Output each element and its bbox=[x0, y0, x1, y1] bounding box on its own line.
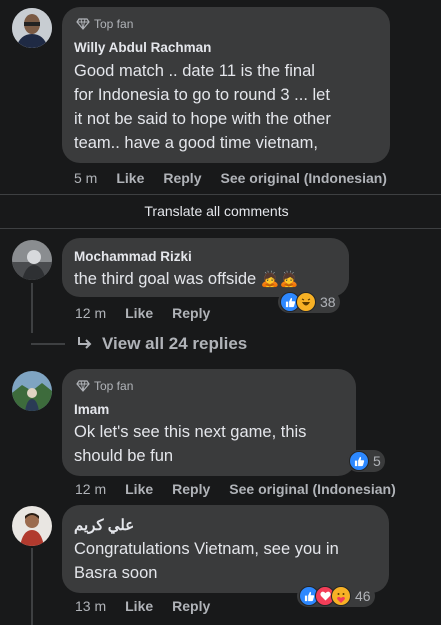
avatar[interactable] bbox=[12, 506, 52, 546]
author-name[interactable]: Imam bbox=[74, 402, 109, 417]
timestamp[interactable]: 5 m bbox=[74, 170, 97, 186]
comment-text-line: Good match .. date 11 is the final bbox=[74, 62, 315, 80]
see-original-button[interactable]: See original (Indonesian) bbox=[229, 481, 395, 497]
top-fan-badge: Top fan bbox=[76, 17, 133, 31]
avatar[interactable] bbox=[12, 240, 52, 280]
view-replies-label: View all 24 replies bbox=[102, 334, 248, 353]
thread-line bbox=[31, 548, 33, 625]
avatar[interactable] bbox=[12, 371, 52, 411]
comment-text-line: Ok let's see this next game, this bbox=[74, 423, 307, 441]
reactions-summary[interactable]: 5 bbox=[347, 450, 385, 472]
comment-bubble[interactable]: علي كريم Congratulations Vietnam, see yo… bbox=[62, 505, 389, 593]
view-replies-button[interactable]: View all 24 replies bbox=[76, 334, 247, 354]
badge-label: Top fan bbox=[94, 17, 134, 31]
diamond-icon bbox=[76, 18, 90, 30]
comment-bubble[interactable]: Top fan Imam Ok let's see this next game… bbox=[62, 369, 356, 476]
comment-meta: 12 m Like Reply bbox=[75, 305, 229, 321]
author-name[interactable]: Mochammad Rizki bbox=[74, 249, 192, 264]
thread-line bbox=[31, 343, 65, 345]
divider bbox=[0, 194, 441, 195]
reply-button[interactable]: Reply bbox=[163, 170, 201, 186]
avatar-photo bbox=[12, 506, 52, 546]
comment-text-line: for Indonesia to go to round 3 ... let bbox=[74, 86, 330, 104]
diamond-icon bbox=[76, 380, 90, 392]
reaction-count: 5 bbox=[373, 453, 381, 469]
care-icon bbox=[331, 586, 351, 606]
reply-button[interactable]: Reply bbox=[172, 481, 210, 497]
thread-line bbox=[31, 283, 33, 333]
comment-text: the third goal was offside 🙇🙇 bbox=[74, 267, 298, 292]
timestamp[interactable]: 12 m bbox=[75, 305, 106, 321]
comment-text-line: should be fun bbox=[74, 447, 174, 465]
comment-meta: 13 m Like Reply bbox=[75, 598, 229, 614]
comment-text-line: Congratulations Vietnam, see you in bbox=[74, 540, 339, 558]
like-icon bbox=[349, 451, 369, 471]
comment-text: Good match .. date 11 is the final for I… bbox=[74, 59, 331, 155]
like-button[interactable]: Like bbox=[125, 305, 153, 321]
comment-text-line: the third goal was offside bbox=[74, 270, 257, 288]
reply-arrow-icon bbox=[78, 337, 92, 349]
comment-bubble[interactable]: Mochammad Rizki the third goal was offsi… bbox=[62, 238, 349, 297]
like-button[interactable]: Like bbox=[125, 481, 153, 497]
bowing-emoji: 🙇🙇 bbox=[260, 271, 299, 288]
reactions-summary[interactable]: 38 bbox=[278, 291, 340, 313]
translate-all-button[interactable]: Translate all comments bbox=[0, 203, 433, 219]
haha-icon bbox=[296, 292, 316, 312]
reply-button[interactable]: Reply bbox=[172, 305, 210, 321]
author-name[interactable]: علي كريم bbox=[74, 516, 134, 534]
avatar-photo bbox=[12, 371, 52, 411]
comment-text-line: team.. have a good time vietnam, bbox=[74, 134, 318, 152]
comment-text: Congratulations Vietnam, see you in Basr… bbox=[74, 537, 339, 585]
reaction-count: 46 bbox=[355, 588, 371, 604]
comment-meta: 5 m Like Reply See original (Indonesian) bbox=[74, 170, 406, 186]
like-button[interactable]: Like bbox=[125, 598, 153, 614]
avatar-photo bbox=[12, 240, 52, 280]
reactions-summary[interactable]: 46 bbox=[297, 585, 375, 607]
like-button[interactable]: Like bbox=[116, 170, 144, 186]
top-fan-badge: Top fan bbox=[76, 379, 133, 393]
reaction-count: 38 bbox=[320, 294, 336, 310]
timestamp[interactable]: 12 m bbox=[75, 481, 106, 497]
avatar-photo bbox=[12, 8, 52, 48]
reply-button[interactable]: Reply bbox=[172, 598, 210, 614]
see-original-button[interactable]: See original (Indonesian) bbox=[220, 170, 386, 186]
comment-text-line: it not be said to hope with the other bbox=[74, 110, 331, 128]
author-name[interactable]: Willy Abdul Rachman bbox=[74, 40, 211, 55]
avatar[interactable] bbox=[12, 8, 52, 48]
comment-text: Ok let's see this next game, this should… bbox=[74, 420, 306, 468]
comment-meta: 12 m Like Reply See original (Indonesian… bbox=[75, 481, 415, 497]
timestamp[interactable]: 13 m bbox=[75, 598, 106, 614]
divider bbox=[0, 228, 441, 229]
badge-label: Top fan bbox=[94, 379, 134, 393]
comment-text-line: Basra soon bbox=[74, 564, 158, 582]
comment-bubble[interactable]: Top fan Willy Abdul Rachman Good match .… bbox=[62, 7, 390, 163]
